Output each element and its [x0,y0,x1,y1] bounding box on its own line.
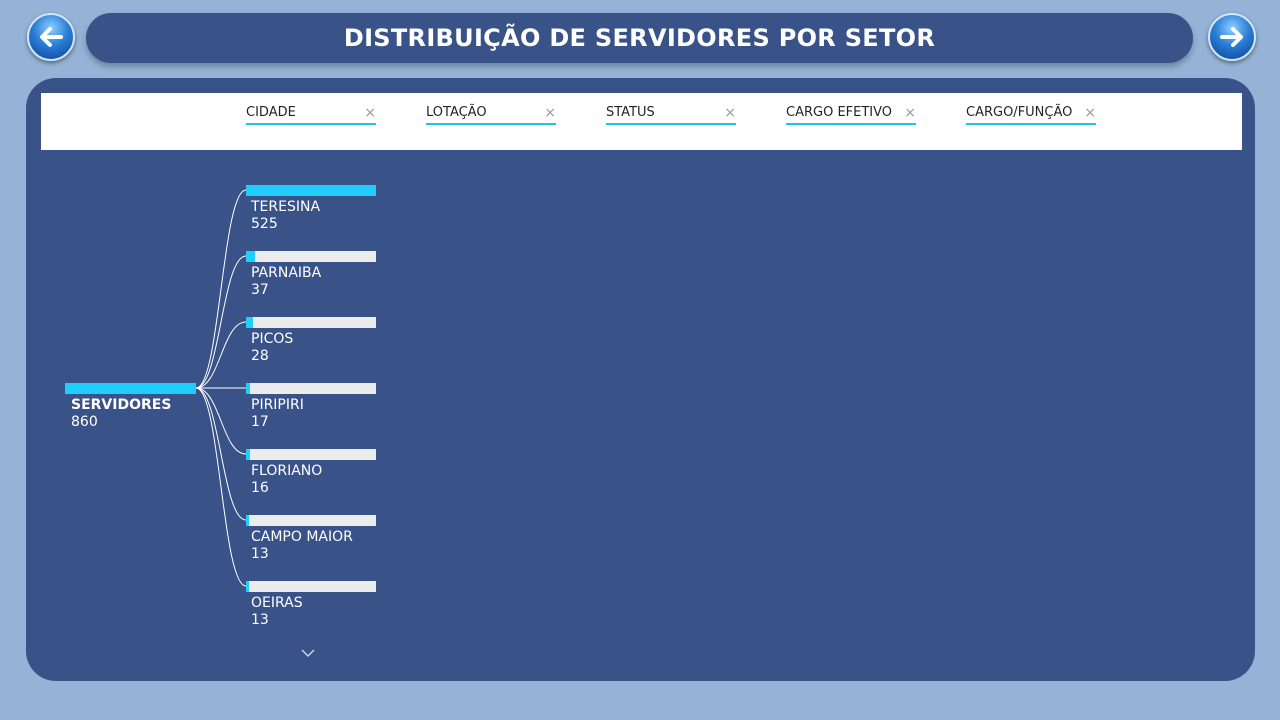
chevron-down-icon [301,649,315,658]
tree-node-bar-parnaiba[interactable] [246,251,376,262]
tree-node-label: PIRIPIRI [251,397,304,413]
tree-node-bar-fill [246,515,249,526]
tree-node-value: 13 [251,612,269,628]
tree-node-bar-fill [246,383,250,394]
tree-root-bar-fill [65,383,196,394]
tree-connector [195,255,247,389]
tree-node-bar-fill [246,581,249,592]
tree-root-bar[interactable] [65,383,196,394]
tree-node-bar-picos[interactable] [246,317,376,328]
tree-node-value: 525 [251,216,278,232]
tree-node-value: 13 [251,546,269,562]
tree-connector [195,387,247,587]
tree-node-label: TERESINA [251,199,321,215]
tree-node-label: PICOS [251,331,294,347]
tree-node-bar-floriano[interactable] [246,449,376,460]
tree-node-bar-fill [246,185,376,196]
tree-connector [195,387,247,521]
tree-connector [195,387,247,455]
tree-node-value: 37 [251,282,269,298]
tree-node-value: 16 [251,480,269,496]
tree-node-label: FLORIANO [251,463,323,479]
tree-node-bar-piripiri[interactable] [246,383,376,394]
tree-connector [195,321,247,389]
tree-node-label: PARNAIBA [251,265,322,281]
show-more-button[interactable] [300,644,316,663]
tree-connector [195,189,247,389]
tree-connectors [195,189,247,587]
tree-node-bar-fill [246,251,255,262]
tree-node-bar-fill [246,317,253,328]
tree-node-bar-teresina[interactable] [246,185,376,196]
tree-node-label: CAMPO MAIOR [251,529,353,545]
tree-node-bar-oeiras[interactable] [246,581,376,592]
tree-node-label: OEIRAS [251,595,303,611]
tree-root-value: 860 [71,414,98,430]
tree-root-label: SERVIDORES [71,397,172,413]
tree-node-value: 28 [251,348,269,364]
tree-node-bar-fill [246,449,250,460]
tree-node-bar-campo-maior[interactable] [246,515,376,526]
tree-node-value: 17 [251,414,269,430]
